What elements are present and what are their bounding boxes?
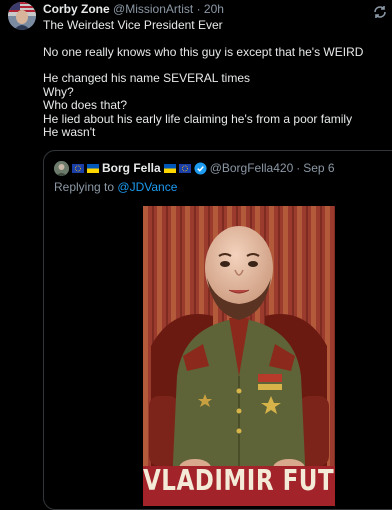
author-handle[interactable]: @MissionArtist: [113, 2, 193, 16]
tweet-line: He lied about his early life claiming he…: [43, 111, 353, 126]
replying-to: Replying to @JDVance: [54, 180, 177, 195]
tweet-line: He wasn't: [43, 125, 96, 139]
quoted-tweet-date[interactable]: Sep 6: [303, 161, 334, 176]
avatar-image: [8, 2, 36, 30]
tweet-line: Why?: [43, 84, 74, 99]
tweet-line: No one really knows who this guy is exce…: [43, 44, 364, 59]
ukraine-flag-icon: [163, 164, 176, 173]
tweet-line: The Weirdest Vice President Ever: [43, 18, 223, 32]
separator: ·: [196, 2, 201, 16]
tweet-line: He changed his name SEVERAL times: [43, 71, 250, 85]
author-name[interactable]: Corby Zone: [43, 2, 110, 16]
tweet-line: Who does that?: [43, 98, 128, 112]
eu-flag-icon: [178, 164, 191, 173]
replying-prefix: Replying to: [54, 180, 115, 194]
portrait-illustration: [143, 206, 335, 506]
quoted-avatar-image: [54, 161, 69, 176]
quoted-tweet-header: Borg Fella @BorgFella420 · Sep 6: [54, 161, 335, 176]
quoted-author-name[interactable]: Borg Fella: [102, 161, 161, 176]
replying-to-link[interactable]: @JDVance: [117, 180, 177, 194]
ukraine-flag-icon: [87, 164, 99, 173]
avatar[interactable]: [8, 2, 36, 30]
image-caption: VLADIMIR FUTON: [143, 464, 335, 498]
verified-icon: [194, 162, 207, 175]
quoted-author-handle[interactable]: @BorgFella420: [210, 161, 294, 176]
quoted-avatar[interactable]: [54, 161, 69, 176]
sync-icon[interactable]: [372, 4, 388, 20]
separator: ·: [296, 161, 301, 175]
tweet-header: Corby Zone @MissionArtist · 20h: [43, 2, 224, 17]
tweet-time[interactable]: 20h: [204, 2, 224, 16]
quoted-tweet[interactable]: Borg Fella @BorgFella420 · Sep 6 Replyin…: [43, 150, 392, 510]
eu-flag-icon: [72, 164, 84, 173]
tweet-body: The Weirdest Vice President Ever No one …: [43, 18, 383, 140]
quoted-image[interactable]: VLADIMIR FUTON: [143, 206, 335, 506]
